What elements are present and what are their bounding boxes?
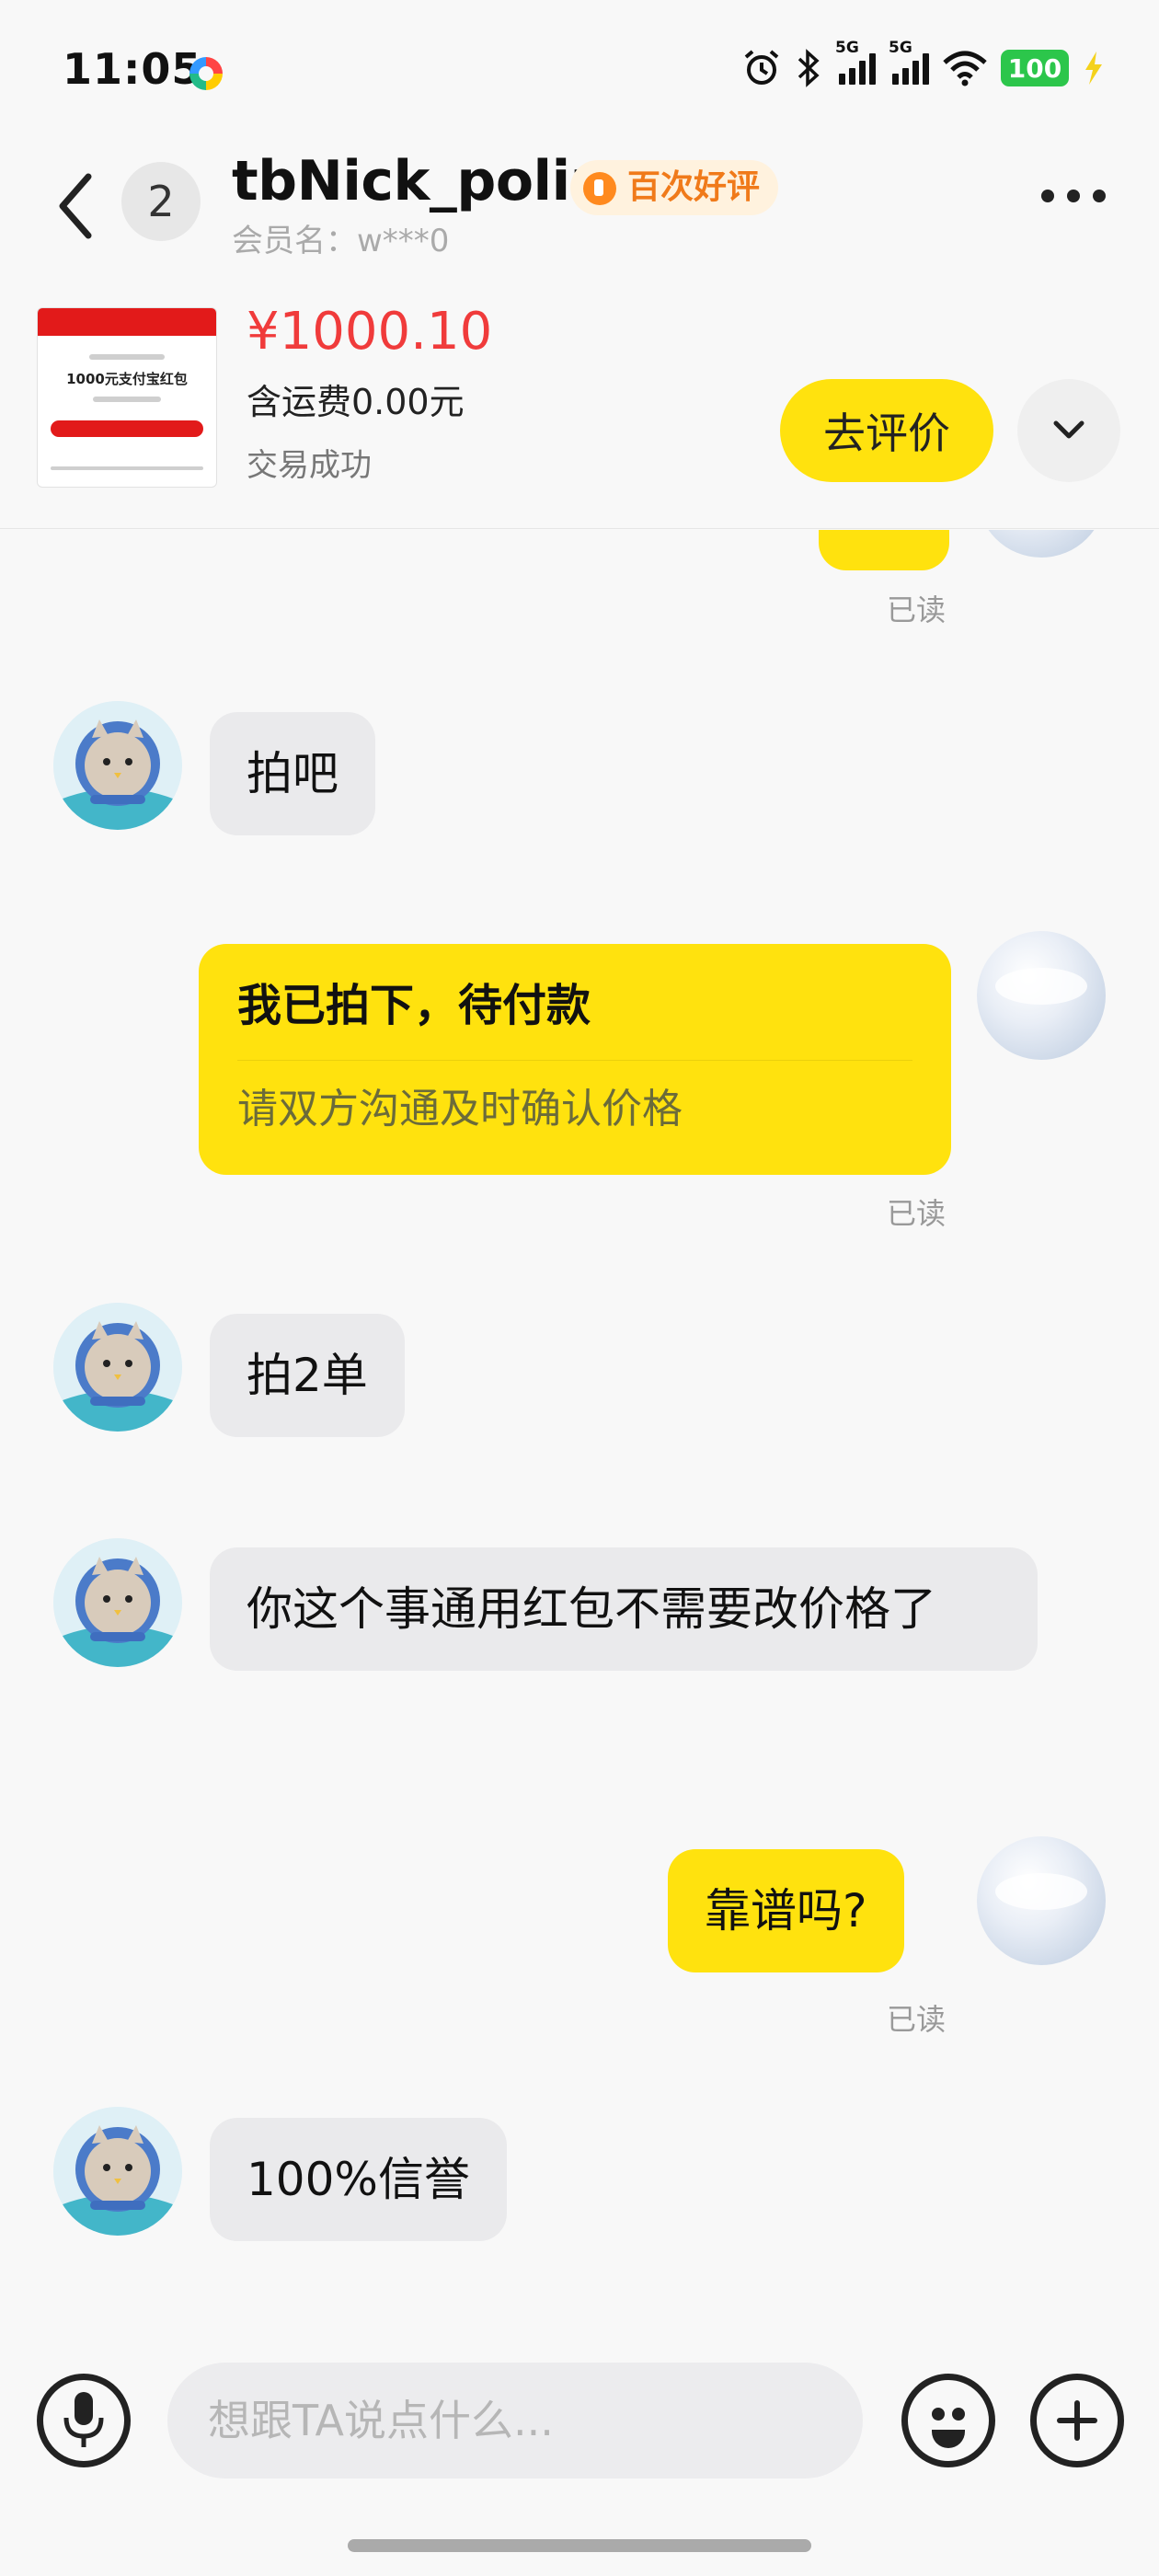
message-bubble-out[interactable] — [819, 530, 949, 570]
plus-icon[interactable] — [1030, 2374, 1124, 2467]
message-bubble-in[interactable]: 拍2单 — [210, 1314, 405, 1437]
more-options-icon[interactable] — [1041, 190, 1106, 202]
home-indicator — [348, 2539, 811, 2552]
chevron-down-icon — [1053, 420, 1084, 439]
thumbs-up-icon — [583, 172, 616, 205]
message-bubble-out[interactable]: 靠谱吗? — [668, 1849, 904, 1972]
wifi-icon — [943, 51, 987, 86]
contact-avatar[interactable] — [53, 1538, 182, 1667]
bluetooth-icon — [798, 49, 820, 87]
message-bubble-in[interactable]: 你这个事通用红包不需要改价格了 — [210, 1547, 1038, 1671]
shipping-fee: 含运费0.00元 — [247, 382, 465, 422]
message-bubble-in[interactable]: 拍吧 — [210, 712, 375, 835]
read-receipt: 已读 — [887, 592, 947, 627]
cat-avatar-icon — [53, 1538, 182, 1667]
praise-badge-label: 百次好评 — [627, 168, 761, 206]
message-bubble-in[interactable]: 100%信誉 — [210, 2118, 507, 2241]
status-bar: 11:05 5G 5G 100 — [0, 0, 1159, 138]
order-card-subtitle: 请双方沟通及时确认价格 — [237, 1086, 683, 1133]
cat-avatar-icon — [53, 1303, 182, 1432]
chat-header: 2 tbNick_polir 百次好评 会员名：w***0 1000元支付宝红包… — [0, 138, 1159, 529]
charging-icon — [1085, 52, 1102, 85]
contact-avatar[interactable] — [53, 1303, 182, 1432]
contact-nickname[interactable]: tbNick_polir — [232, 149, 597, 213]
network-type: 5G — [835, 39, 859, 57]
contact-avatar[interactable] — [53, 2107, 182, 2236]
message-input[interactable]: 想跟TA说点什么... — [167, 2363, 863, 2478]
alarm-icon — [744, 50, 779, 85]
my-avatar[interactable] — [977, 530, 1106, 558]
cat-avatar-icon — [53, 701, 182, 830]
network-type: 5G — [889, 39, 912, 57]
member-name: 会员名：w***0 — [232, 223, 450, 259]
review-button[interactable]: 去评价 — [780, 379, 993, 482]
app-icon — [189, 57, 223, 90]
order-status-card[interactable]: 我已拍下，待付款 请双方沟通及时确认价格 — [199, 944, 951, 1175]
signal-icon: 5G — [835, 39, 876, 85]
microphone-icon — [63, 2392, 104, 2447]
order-price: ¥1000.10 — [247, 302, 493, 362]
status-time: 11:05 — [63, 44, 202, 94]
contact-avatar[interactable] — [53, 701, 182, 830]
signal-icon: 5G — [889, 39, 929, 85]
voice-button[interactable] — [37, 2374, 131, 2467]
order-status: 交易成功 — [247, 447, 372, 484]
my-avatar[interactable] — [977, 931, 1106, 1060]
cat-avatar-icon — [53, 2107, 182, 2236]
message-list[interactable]: 已读 拍吧 我已拍下，待付款 请双方沟通及时确认价格 已读 拍2单 你这个事通用… — [0, 530, 1159, 2306]
praise-badge[interactable]: 百次好评 — [570, 160, 779, 215]
product-thumbnail[interactable]: 1000元支付宝红包 — [37, 307, 217, 488]
product-title: 1000元支付宝红包 — [66, 371, 188, 387]
status-icons: 5G 5G 100 — [741, 39, 1106, 88]
battery-icon: 100 — [1001, 50, 1069, 86]
unread-count-badge[interactable]: 2 — [121, 162, 201, 241]
back-icon[interactable] — [53, 169, 99, 243]
read-receipt: 已读 — [887, 1196, 947, 1231]
emoji-icon[interactable] — [901, 2374, 995, 2467]
expand-button[interactable] — [1017, 379, 1120, 482]
my-avatar[interactable] — [977, 1836, 1106, 1965]
input-bar: 想跟TA说点什么... — [0, 2306, 1159, 2576]
read-receipt: 已读 — [887, 2002, 947, 2037]
order-card-title: 我已拍下，待付款 — [237, 977, 912, 1061]
